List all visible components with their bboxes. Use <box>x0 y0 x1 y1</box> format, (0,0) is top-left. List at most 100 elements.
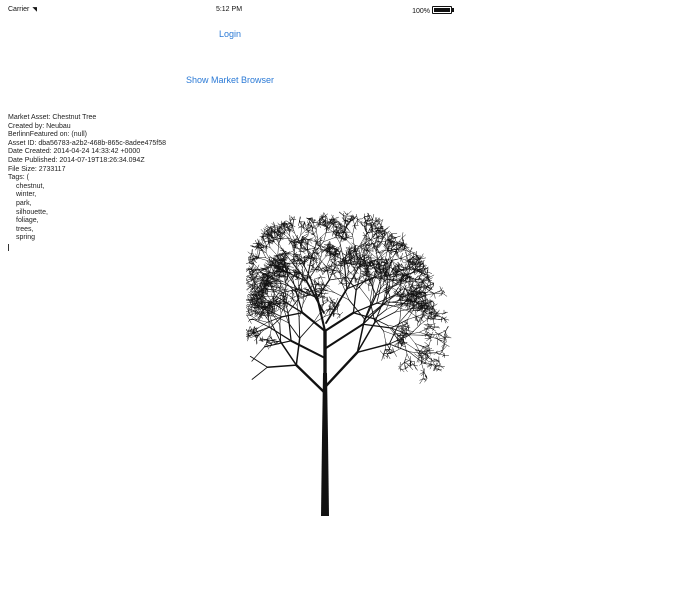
asset-name: Market Asset: Chestnut Tree <box>8 114 97 121</box>
tree-twig <box>436 361 440 366</box>
tree-twig <box>339 263 341 268</box>
status-bar: Carrier ◥ 5:12 PM 100% <box>0 0 458 20</box>
tree-twig <box>335 258 339 261</box>
tree-branch <box>325 231 334 233</box>
tree-twig <box>323 212 326 216</box>
asset-creator: Created by: Neubau <box>8 122 71 130</box>
tree-twig <box>286 294 288 300</box>
tag-item: foliage, <box>16 217 39 225</box>
tree-branch <box>269 247 278 257</box>
tree-twig <box>289 298 293 304</box>
tree-twig <box>319 274 322 278</box>
tree-twig <box>250 310 255 312</box>
show-market-browser-button[interactable]: Show Market Browser <box>170 75 290 85</box>
tree-twig <box>438 360 441 367</box>
tree-twig <box>425 359 429 362</box>
tree-twig <box>435 362 437 367</box>
tree-twig <box>348 222 350 226</box>
tree-twig <box>372 219 376 222</box>
tree-twig <box>437 332 443 335</box>
tree-branch <box>324 307 330 317</box>
tree-twig <box>420 253 424 260</box>
tree-branch <box>292 298 298 307</box>
tree-twig <box>247 304 252 307</box>
tree-branch <box>295 337 301 366</box>
tree-twigs <box>246 210 452 384</box>
tree-twig <box>384 238 386 242</box>
tree-twig <box>391 260 395 266</box>
tree-twig <box>444 341 447 345</box>
tree-branch <box>419 332 427 335</box>
tree-branch <box>264 241 267 247</box>
tree-branch <box>352 302 378 314</box>
tree-twig <box>329 273 335 275</box>
tree-twig <box>414 365 417 370</box>
tree-twig <box>287 294 293 298</box>
tag-item: spring <box>16 234 36 242</box>
tree-twig <box>393 351 397 357</box>
tree-branch <box>251 346 265 362</box>
tree-twig <box>313 229 317 235</box>
tree-branch <box>344 221 346 231</box>
battery-percent: 100% <box>412 8 430 15</box>
tree-twig <box>287 291 289 295</box>
tree-twig <box>354 225 356 229</box>
tree-twig <box>387 353 391 360</box>
tree-twig <box>274 308 280 313</box>
tree-twig <box>319 221 326 223</box>
tree-twig <box>434 293 436 299</box>
tree-twig <box>405 368 408 372</box>
tree-twig <box>361 216 365 220</box>
tree-branch <box>312 312 321 325</box>
tree-twig <box>427 271 433 274</box>
login-button[interactable]: Login <box>210 29 250 39</box>
tree-twig <box>345 213 348 216</box>
tree-twig <box>428 339 431 346</box>
tree-branch <box>324 351 359 388</box>
tree-twig <box>323 302 327 305</box>
tree-twig <box>333 216 339 220</box>
tree-twig <box>269 265 272 268</box>
battery-icon <box>432 6 454 14</box>
tree-branch <box>383 330 386 343</box>
tree-branch <box>290 339 326 359</box>
battery-status: 100% <box>412 6 454 15</box>
tag-list: chestnut, winter, park, silhouette, foli… <box>8 183 248 243</box>
tree-twig <box>360 220 363 224</box>
tree-branch <box>368 250 378 259</box>
tree-branch <box>356 278 365 282</box>
status-time: 5:12 PM <box>215 6 243 13</box>
text-caret <box>8 243 9 251</box>
tree-twig <box>421 346 424 351</box>
tree-twig <box>437 318 442 321</box>
tree-twig <box>393 348 400 353</box>
tree-twig <box>428 277 433 280</box>
tree-twig <box>342 212 344 216</box>
tree-twig <box>249 310 252 314</box>
tree-twig <box>335 250 342 253</box>
tree-branch <box>295 363 327 395</box>
tree-branch <box>249 355 268 368</box>
tree-branch <box>352 289 357 314</box>
tree-twig <box>336 314 341 319</box>
tree-branch <box>323 230 327 242</box>
tree-twig <box>391 232 398 235</box>
tree-twig <box>325 213 329 216</box>
tree-twig <box>381 354 384 361</box>
tree-twig <box>405 252 408 256</box>
tree-twig <box>302 268 306 275</box>
tree-twig <box>341 276 345 282</box>
tree-twig <box>425 274 430 276</box>
tree-twig <box>338 212 344 216</box>
tree-twig <box>321 297 323 304</box>
tree-twig <box>436 369 439 372</box>
tree-branch <box>283 281 289 295</box>
tree-twig <box>442 355 445 357</box>
tree-twig <box>372 214 375 220</box>
tree-twig <box>444 343 450 347</box>
tree-branch <box>409 324 420 336</box>
tree-twig <box>310 262 314 266</box>
asset-file-size: File Size: 2733117 <box>8 165 66 173</box>
tree-twig <box>409 366 414 371</box>
tree-branch <box>299 323 313 339</box>
